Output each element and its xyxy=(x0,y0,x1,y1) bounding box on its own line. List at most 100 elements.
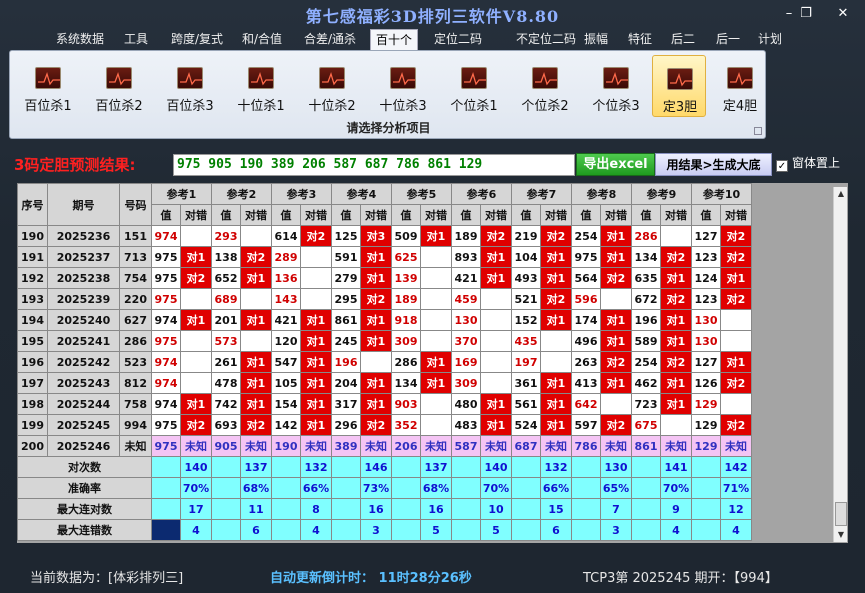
summary-value-cell: 130 xyxy=(600,456,632,478)
ref-hit-cell: 对1 xyxy=(180,246,212,268)
row-period: 2025245 xyxy=(47,414,120,436)
table-row[interactable]: 193 2025239 220 975 689 143 295 对2 189 459 521 对2 59… xyxy=(17,288,752,310)
ref-hit-cell: 对2 xyxy=(720,414,752,436)
scroll-thumb[interactable] xyxy=(835,502,847,526)
summary-spacer xyxy=(391,519,421,541)
table-row[interactable]: 192 2025238 754 975 对2 652 对1 136 279 对1 139 421 对1 4… xyxy=(17,267,752,289)
ref-hit-cell: 对1 xyxy=(660,330,692,352)
header-ref-3: 参考3 xyxy=(271,183,332,205)
header-hit: 对错 xyxy=(660,204,692,226)
table-row[interactable]: 198 2025244 758 974 对1 742 对1 154 对1 317 对1 903 480 对… xyxy=(17,393,752,415)
ref-hit-cell xyxy=(480,351,512,373)
table-row[interactable]: 197 2025243 812 974 478 对1 105 对1 204 对1 134 对1 309 3… xyxy=(17,372,752,394)
ribbon-button-label: 百位杀2 xyxy=(95,99,143,114)
ref-value-cell: 129 xyxy=(691,414,721,436)
generate-base-button[interactable]: 用结果>生成大底 xyxy=(655,153,772,176)
ribbon-button-5[interactable]: 十位杀3 xyxy=(368,55,438,117)
ref-hit-cell: 对1 xyxy=(300,351,332,373)
summary-row: 对次数 140 137 132 146 137 140 132 130 141 142 xyxy=(17,456,752,478)
summary-label: 准确率 xyxy=(17,477,152,499)
ref-hit-cell: 对1 xyxy=(360,393,392,415)
ref-hit-cell xyxy=(420,246,452,268)
ref-hit-cell: 对2 xyxy=(600,267,632,289)
menu-item-2[interactable]: 跨度/复式 xyxy=(165,29,229,50)
checkbox-check-icon[interactable]: ✓ xyxy=(776,160,788,172)
menu-item-5[interactable]: 百十个 xyxy=(370,29,418,50)
summary-value-cell: 16 xyxy=(360,498,392,520)
menu-item-6[interactable]: 定位二码 xyxy=(430,29,486,50)
row-number: 未知 xyxy=(119,435,152,457)
summary-value-cell: 140 xyxy=(180,456,212,478)
scroll-up-icon[interactable]: ▲ xyxy=(834,187,848,201)
ribbon-button-4[interactable]: 十位杀2 xyxy=(297,55,367,117)
ribbon-button-3[interactable]: 十位杀1 xyxy=(226,55,296,117)
menu-item-1[interactable]: 工具 xyxy=(120,29,152,50)
menu-item-9[interactable]: 特征 xyxy=(622,29,658,50)
menu-item-7[interactable]: 不定位二码 xyxy=(514,29,578,50)
pending-value-cell: 786 xyxy=(571,435,601,457)
ribbon-button-7[interactable]: 个位杀2 xyxy=(510,55,580,117)
vertical-scrollbar[interactable]: ▲ ▼ xyxy=(833,187,847,542)
ref-hit-cell: 对1 xyxy=(540,246,572,268)
pending-hit-cell: 未知 xyxy=(420,435,452,457)
menu-item-4[interactable]: 合差/通杀 xyxy=(300,29,360,50)
ribbon-panel: 百位杀1 百位杀2 百位杀3 十位杀1 十位杀2 十位杀3 个位杀1 个位杀2 个位杀3 定3胆 定… xyxy=(9,50,766,139)
header-hit: 对错 xyxy=(360,204,392,226)
scroll-down-icon[interactable]: ▼ xyxy=(834,528,848,542)
menu-item-10[interactable]: 后二 xyxy=(665,29,701,50)
table-row[interactable]: 191 2025237 713 975 对1 138 对2 289 591 对1 625 893 对1 1… xyxy=(17,246,752,268)
table-row[interactable]: 190 2025236 151 974 293 614 对2 125 对3 509 对1 189 对2 2… xyxy=(17,225,752,247)
ref-value-cell: 521 xyxy=(511,288,541,310)
row-number: 151 xyxy=(119,225,152,247)
summary-value-cell: 66% xyxy=(300,477,332,499)
ref-hit-cell: 对1 xyxy=(480,414,512,436)
summary-spacer xyxy=(271,477,301,499)
ref-value-cell: 589 xyxy=(631,330,661,352)
summary-spacer xyxy=(451,519,481,541)
window-ontop-checkbox[interactable]: ✓ 窗体置上 xyxy=(776,154,840,172)
menu-item-11[interactable]: 后一 xyxy=(710,29,746,50)
pending-hit-cell: 未知 xyxy=(360,435,392,457)
ribbon-button-0[interactable]: 百位杀1 xyxy=(13,55,83,117)
table-row[interactable]: 194 2025240 627 974 对1 201 对1 421 对1 861 对1 918 130 1… xyxy=(17,309,752,331)
menu-item-8[interactable]: 振幅 xyxy=(578,29,614,50)
ref-value-cell: 174 xyxy=(571,309,601,331)
pending-hit-cell: 未知 xyxy=(240,435,272,457)
ribbon-button-10[interactable]: 定4胆 xyxy=(713,55,767,117)
ref-value-cell: 134 xyxy=(631,246,661,268)
ref-hit-cell: 对2 xyxy=(180,267,212,289)
header-ref-5: 参考5 xyxy=(391,183,452,205)
export-excel-button[interactable]: 导出excel xyxy=(576,153,655,176)
ribbon-button-9[interactable]: 定3胆 xyxy=(652,55,706,117)
ribbon-button-1[interactable]: 百位杀2 xyxy=(84,55,154,117)
menu-item-12[interactable]: 计划 xyxy=(755,29,785,50)
row-seq: 195 xyxy=(17,330,48,352)
table-row[interactable]: 195 2025241 286 975 573 120 对1 245 对1 309 370 435 49… xyxy=(17,330,752,352)
ref-hit-cell: 对1 xyxy=(540,414,572,436)
summary-value-cell: 4 xyxy=(180,519,212,541)
result-output-field[interactable]: 975 905 190 389 206 587 687 786 861 129 xyxy=(173,154,575,176)
ref-hit-cell: 对2 xyxy=(720,288,752,310)
close-button[interactable]: ✕ xyxy=(833,6,853,21)
pending-value-cell: 129 xyxy=(691,435,721,457)
ribbon-button-6[interactable]: 个位杀1 xyxy=(439,55,509,117)
ref-hit-cell xyxy=(180,288,212,310)
row-number: 994 xyxy=(119,414,152,436)
summary-spacer xyxy=(211,519,241,541)
header-ref-7: 参考7 xyxy=(511,183,572,205)
table-row[interactable]: 199 2025245 994 975 对2 693 对2 142 对1 296 对2 352 483 对… xyxy=(17,414,752,436)
menu-item-3[interactable]: 和/合值 xyxy=(238,29,286,50)
ribbon-button-8[interactable]: 个位杀3 xyxy=(581,55,651,117)
window-title: 第七感福彩3D排列三软件V8.80 xyxy=(305,7,560,26)
table-row[interactable]: 196 2025242 523 974 261 对1 547 对1 196 286 对1 169 197… xyxy=(17,351,752,373)
dialog-launcher-icon[interactable] xyxy=(754,127,762,135)
menu-item-0[interactable]: 系统数据 xyxy=(52,29,108,50)
summary-spacer xyxy=(691,498,721,520)
maximize-button[interactable]: ❐ xyxy=(796,6,816,21)
ref-value-cell: 974 xyxy=(151,372,181,394)
row-seq: 200 xyxy=(17,435,48,457)
header-seq: 序号 xyxy=(17,183,48,226)
summary-row: 最大连错数 4 6 4 3 5 5 6 3 4 4 xyxy=(17,519,752,541)
ref-value-cell: 672 xyxy=(631,288,661,310)
ribbon-button-2[interactable]: 百位杀3 xyxy=(155,55,225,117)
